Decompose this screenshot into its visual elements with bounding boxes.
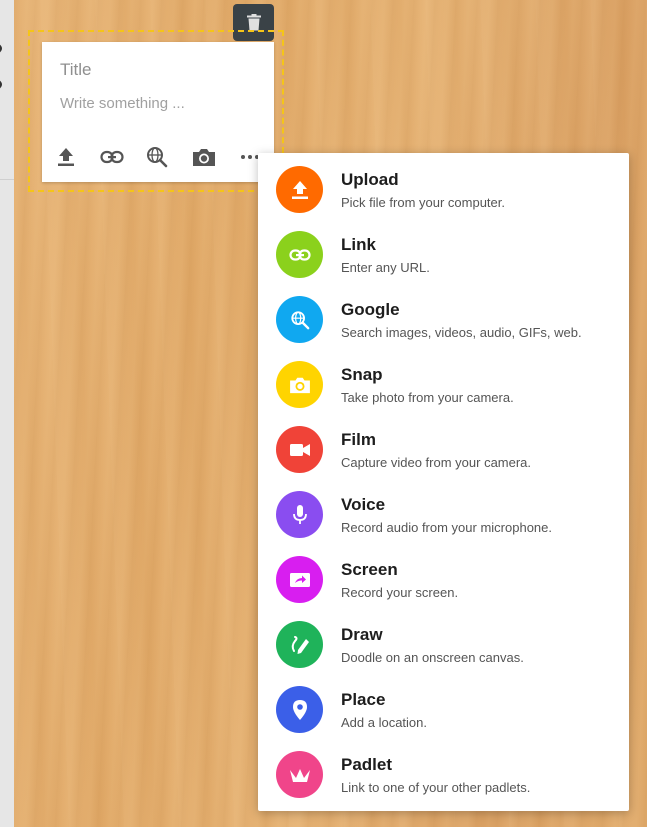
menu-item-film[interactable]: Film Capture video from your camera. <box>258 413 629 477</box>
menu-item-description: Capture video from your camera. <box>341 455 532 470</box>
menu-item-description: Enter any URL. <box>341 260 430 275</box>
menu-item-link[interactable]: Link Enter any URL. <box>258 218 629 282</box>
post-composer[interactable]: Title Write something ... <box>42 42 274 182</box>
link-icon <box>276 231 323 278</box>
menu-item-upload[interactable]: Upload Pick file from your computer. <box>258 153 629 217</box>
google-search-button[interactable] <box>142 142 172 172</box>
menu-item-label: Link <box>341 235 376 254</box>
menu-item-label: Google <box>341 300 400 319</box>
more-icon <box>241 155 259 159</box>
camera-icon <box>193 149 215 166</box>
menu-item-label: Snap <box>341 365 383 384</box>
menu-item-voice[interactable]: Voice Record audio from your microphone. <box>258 478 629 542</box>
location-pin-icon <box>276 686 323 733</box>
menu-item-label: Padlet <box>341 755 393 774</box>
menu-item-label: Place <box>341 690 386 709</box>
menu-item-label: Film <box>341 430 376 449</box>
link-icon <box>100 150 124 164</box>
menu-item-draw[interactable]: Draw Doodle on an onscreen canvas. <box>258 608 629 672</box>
search-globe-icon <box>147 147 168 168</box>
menu-item-description: Record audio from your microphone. <box>341 520 552 535</box>
trash-icon <box>246 14 261 31</box>
body-input[interactable]: Write something ... <box>60 95 185 112</box>
menu-item-description: Pick file from your computer. <box>341 195 505 210</box>
menu-item-screen[interactable]: Screen Record your screen. <box>258 543 629 607</box>
camera-button[interactable] <box>189 142 219 172</box>
menu-item-description: Take photo from your camera. <box>341 390 514 405</box>
menu-item-description: Search images, videos, audio, GIFs, web. <box>341 325 582 340</box>
upload-icon <box>58 148 74 166</box>
menu-item-label: Voice <box>341 495 386 514</box>
video-camera-icon <box>276 426 323 473</box>
attachment-toolbar <box>42 142 274 172</box>
menu-item-label: Upload <box>341 170 399 189</box>
menu-item-label: Draw <box>341 625 383 644</box>
menu-item-padlet[interactable]: Padlet Link to one of your other padlets… <box>258 738 629 802</box>
attachment-menu: Upload Pick file from your computer. Lin… <box>258 153 629 811</box>
drag-handle[interactable] <box>0 44 17 104</box>
left-panel-edge <box>0 0 14 827</box>
pen-icon <box>276 621 323 668</box>
link-button[interactable] <box>97 142 127 172</box>
menu-item-description: Doodle on an onscreen canvas. <box>341 650 524 665</box>
padlet-icon <box>276 751 323 798</box>
upload-button[interactable] <box>51 142 81 172</box>
upload-icon <box>276 166 323 213</box>
title-input[interactable]: Title <box>60 60 92 80</box>
menu-item-description: Record your screen. <box>341 585 459 600</box>
menu-item-place[interactable]: Place Add a location. <box>258 673 629 737</box>
camera-icon <box>276 361 323 408</box>
search-globe-icon <box>276 296 323 343</box>
microphone-icon <box>276 491 323 538</box>
menu-item-snap[interactable]: Snap Take photo from your camera. <box>258 348 629 412</box>
menu-item-google[interactable]: Google Search images, videos, audio, GIF… <box>258 283 629 347</box>
screen-record-icon <box>276 556 323 603</box>
menu-item-description: Link to one of your other padlets. <box>341 780 531 795</box>
menu-item-label: Screen <box>341 560 398 579</box>
divider <box>0 179 14 180</box>
menu-item-description: Add a location. <box>341 715 428 730</box>
